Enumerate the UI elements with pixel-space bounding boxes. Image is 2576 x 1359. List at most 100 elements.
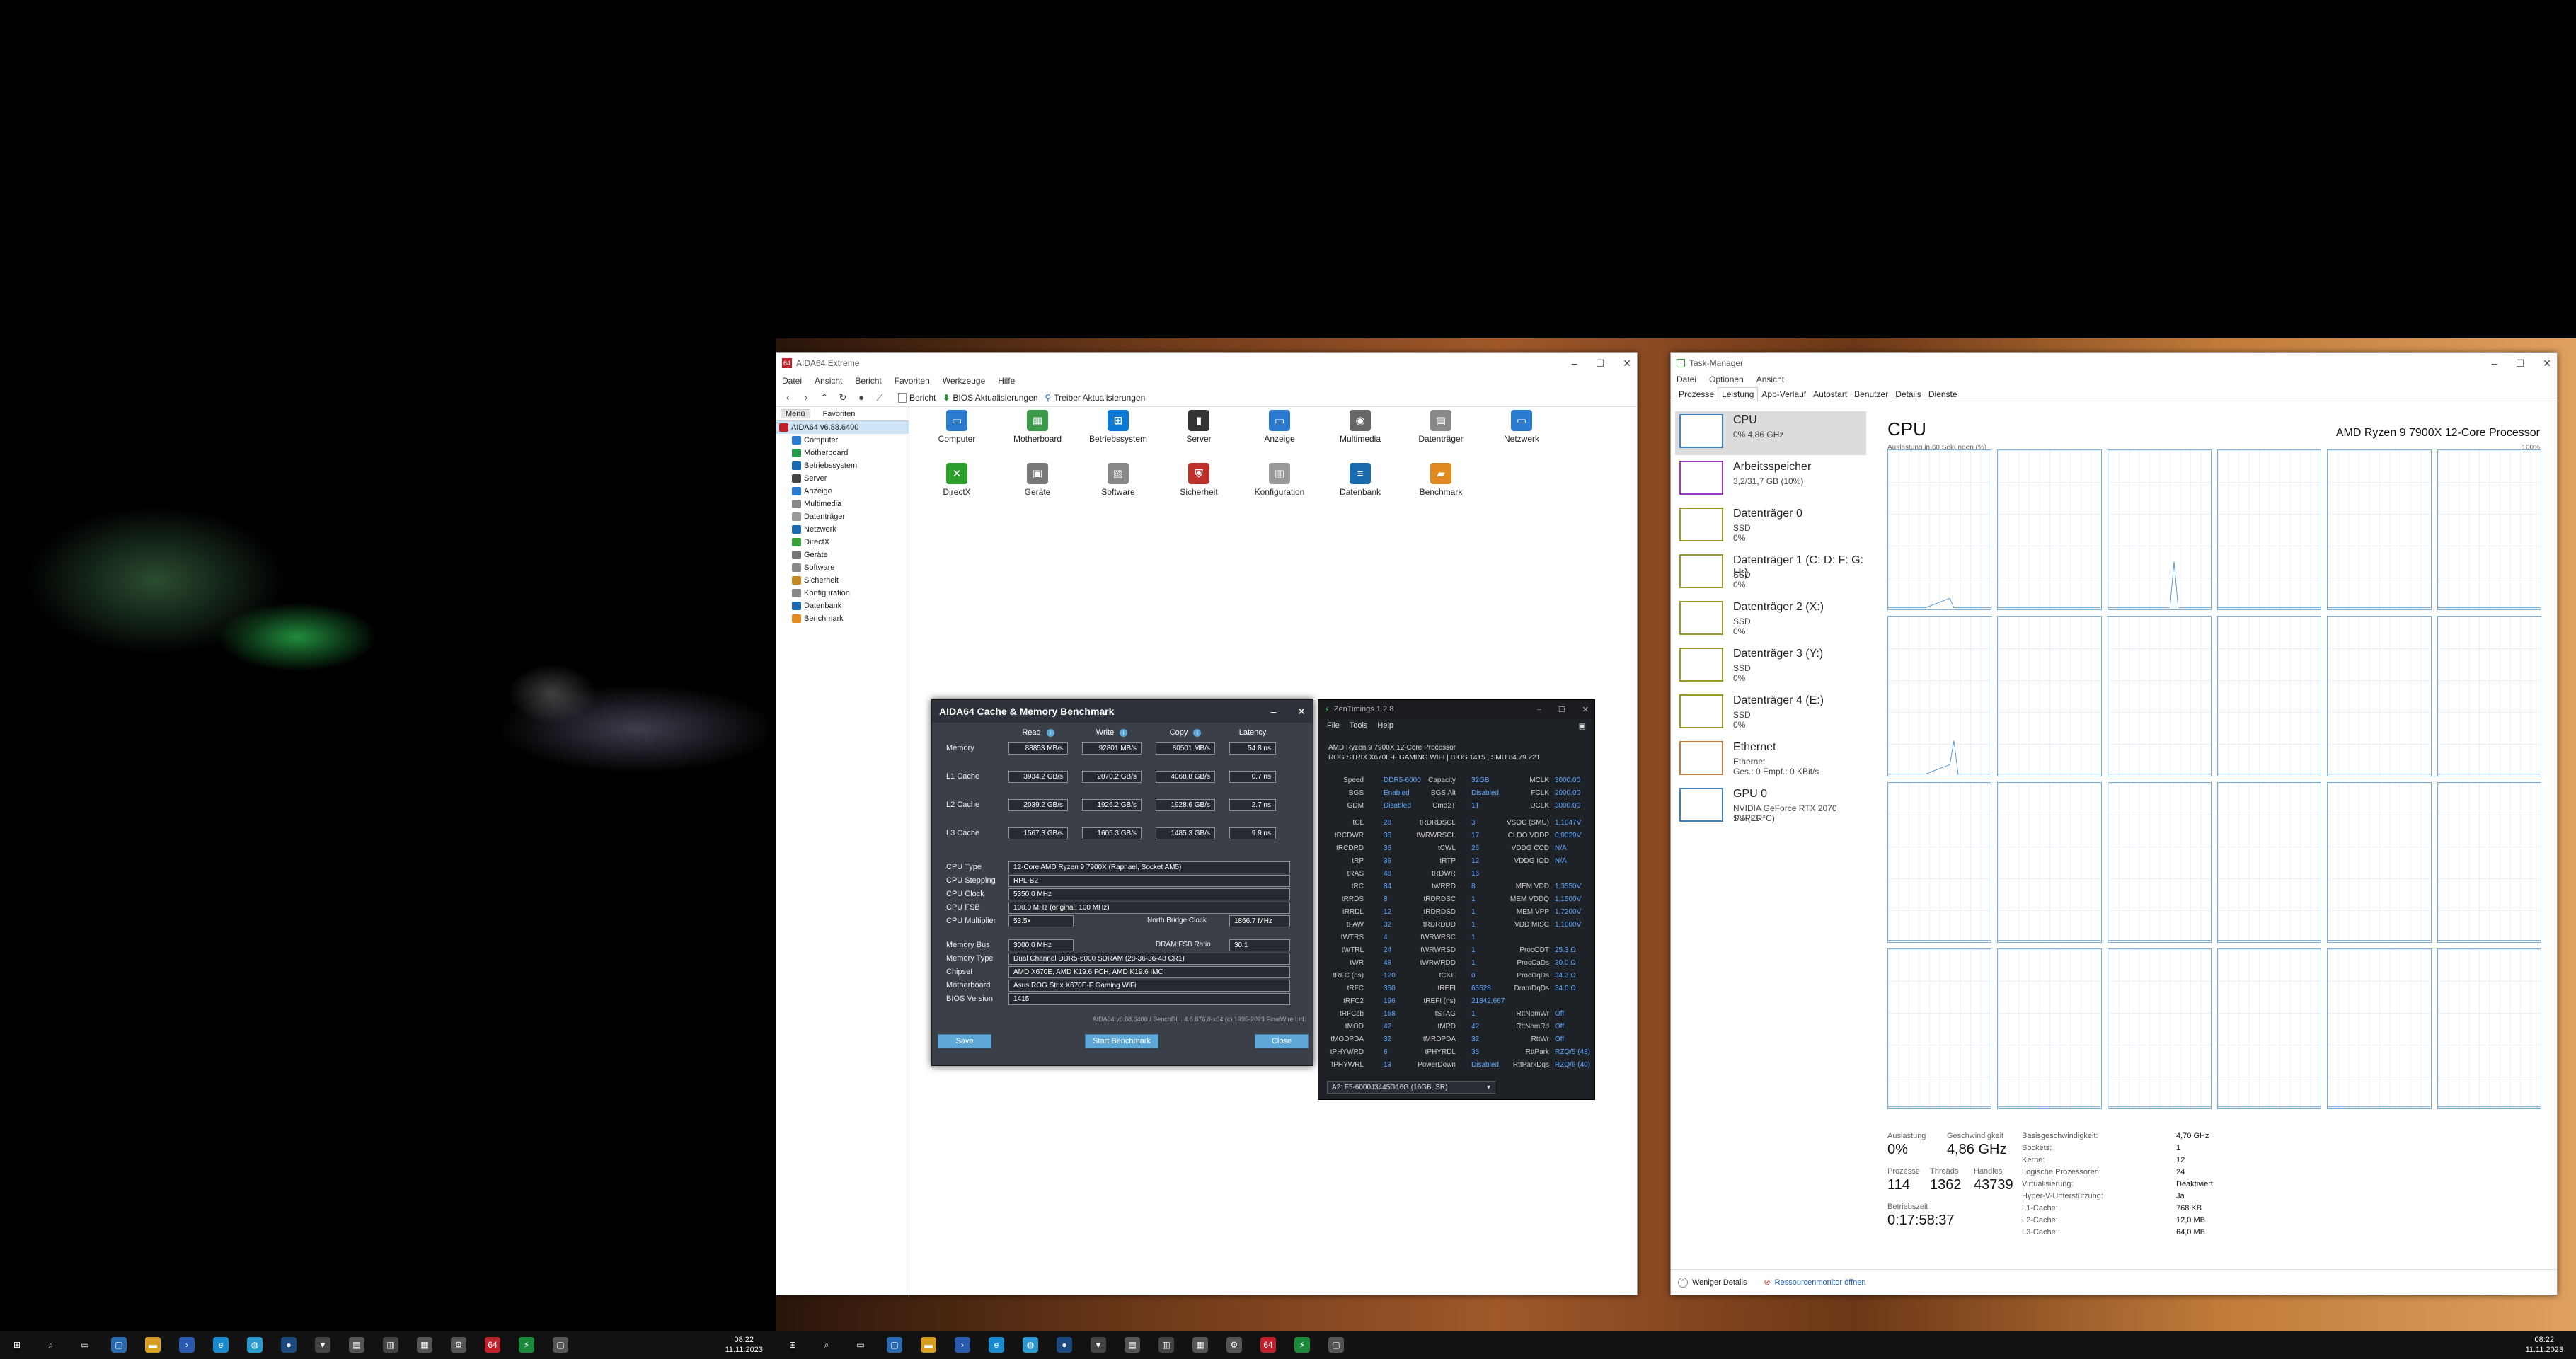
icon-datenbank[interactable]: ≡ Datenbank	[1321, 463, 1399, 497]
tree-item-betriebssystem[interactable]: Betriebssystem	[776, 459, 909, 472]
tree-item-datenbank[interactable]: Datenbank	[776, 600, 909, 612]
clock[interactable]: 08:22 11.11.2023	[2526, 1335, 2563, 1355]
tree-item-netzwerk[interactable]: Netzwerk	[776, 523, 909, 536]
icon-computer[interactable]: ▭ Computer	[918, 410, 996, 444]
edge-icon[interactable]: e	[213, 1337, 229, 1353]
close-button[interactable]: Close	[1255, 1034, 1309, 1048]
icon-betriebssystem[interactable]: ⊞ Betriebssystem	[1079, 410, 1157, 444]
tab-details[interactable]: Details	[1892, 388, 1925, 401]
taskview-icon[interactable]: ▭	[853, 1337, 868, 1353]
taskview-icon[interactable]: ▭	[77, 1337, 93, 1353]
sidebar-item-datentr-ger-4-e-[interactable]: Datenträger 4 (E:) SSD 0%	[1675, 692, 1866, 735]
icon-datenträger[interactable]: ▤ Datenträger	[1402, 410, 1480, 444]
search-icon[interactable]: ⌕	[43, 1337, 59, 1353]
tree-item-motherboard[interactable]: Motherboard	[776, 447, 909, 459]
icon-multimedia[interactable]: ◉ Multimedia	[1321, 410, 1399, 444]
save-button[interactable]: Save	[938, 1034, 991, 1048]
maximize-button[interactable]: ☐	[2516, 357, 2525, 369]
tool-icon[interactable]: ▤	[1125, 1337, 1140, 1353]
close-button[interactable]: ✕	[1297, 706, 1306, 718]
chart-icon[interactable]: ▥	[1158, 1337, 1174, 1353]
app-icon[interactable]: ▼	[1091, 1337, 1106, 1353]
image-icon[interactable]: ▦	[1192, 1337, 1208, 1353]
start-icon[interactable]: ⊞	[9, 1337, 25, 1353]
benchmark-titlebar[interactable]: AIDA64 Cache & Memory Benchmark – ✕	[932, 700, 1313, 723]
back-icon[interactable]: ‹	[782, 392, 793, 403]
clock[interactable]: 08:22 11.11.2023	[725, 1335, 763, 1355]
menu-werkzeuge[interactable]: Werkzeuge	[943, 376, 985, 386]
sidebar-item-ethernet[interactable]: Ethernet Ethernet Ges.: 0 Empf.: 0 KBit/s	[1675, 738, 1866, 782]
menu-file[interactable]: File	[1327, 721, 1340, 730]
up-icon[interactable]: ⌃	[819, 392, 830, 403]
icon-sicherheit[interactable]: ⛨ Sicherheit	[1160, 463, 1238, 497]
menu-help[interactable]: Help	[1377, 721, 1393, 730]
search-icon[interactable]: ⌕	[819, 1337, 834, 1353]
driver-update-button[interactable]: ⚲ Treiber Aktualisierungen	[1045, 393, 1146, 403]
terminal-icon[interactable]: ›	[955, 1337, 970, 1353]
sidebar-item-arbeitsspeicher[interactable]: Arbeitsspeicher 3,2/31,7 GB (10%)	[1675, 458, 1866, 502]
browser-icon[interactable]: ◍	[1023, 1337, 1038, 1353]
maximize-button[interactable]: ☐	[1596, 357, 1605, 369]
widgets-icon[interactable]: ▢	[111, 1337, 127, 1353]
sidebar-item-datentr-ger-0[interactable]: Datenträger 0 SSD 0%	[1675, 505, 1866, 549]
tree-item-directx[interactable]: DirectX	[776, 536, 909, 549]
menu-hilfe[interactable]: Hilfe	[998, 376, 1015, 386]
icon-directx[interactable]: ✕ DirectX	[918, 463, 996, 497]
menu-optionen[interactable]: Optionen	[1709, 374, 1744, 384]
menu-bericht[interactable]: Bericht	[855, 376, 881, 386]
icon-server[interactable]: ▮ Server	[1160, 410, 1238, 444]
dimm-select[interactable]: A2: F5-6000J3445G16G (16GB, SR) ▾	[1327, 1081, 1495, 1094]
tree-item-anzeige[interactable]: Anzeige	[776, 485, 909, 498]
settings-icon[interactable]: ⚙	[1226, 1337, 1242, 1353]
tree-item-geräte[interactable]: Geräte	[776, 549, 909, 561]
task-manager-titlebar[interactable]: Task-Manager – ☐ ✕	[1671, 353, 2557, 373]
minimize-button[interactable]: –	[1537, 705, 1541, 714]
close-button[interactable]: ✕	[2543, 357, 2551, 369]
zentimings-taskbar-icon[interactable]: ⚡	[1294, 1337, 1310, 1353]
menu-favoriten[interactable]: Favoriten	[895, 376, 930, 386]
sidebar-item-datentr-ger-2-x-[interactable]: Datenträger 2 (X:) SSD 0%	[1675, 598, 1866, 642]
menu-ansicht[interactable]: Ansicht	[1756, 374, 1784, 384]
resource-monitor-link[interactable]: ⊘ Ressourcenmonitor öffnen	[1764, 1278, 1865, 1288]
minimize-button[interactable]: –	[2492, 357, 2497, 369]
menu-datei[interactable]: Datei	[782, 376, 802, 386]
tree-item-datenträger[interactable]: Datenträger	[776, 510, 909, 523]
sidebar-item-datentr-ger-3-y-[interactable]: Datenträger 3 (Y:) SSD 0%	[1675, 645, 1866, 689]
info-icon[interactable]: i	[1046, 729, 1054, 737]
widgets-icon[interactable]: ▢	[887, 1337, 902, 1353]
start-icon[interactable]: ⊞	[785, 1337, 800, 1353]
tab-benutzer[interactable]: Benutzer	[1851, 388, 1892, 401]
tab-autostart[interactable]: Autostart	[1810, 388, 1851, 401]
browser-icon[interactable]: ◍	[247, 1337, 263, 1353]
user-icon[interactable]: ●	[856, 392, 867, 403]
icon-anzeige[interactable]: ▭ Anzeige	[1241, 410, 1318, 444]
tree-item-server[interactable]: Server	[776, 472, 909, 485]
app-icon[interactable]: ▼	[315, 1337, 330, 1353]
sidebar-item-cpu[interactable]: CPU 0% 4,86 GHz	[1675, 411, 1866, 455]
tab-favoriten[interactable]: Favoriten	[819, 410, 860, 418]
forward-icon[interactable]: ›	[800, 392, 812, 403]
maximize-button[interactable]: ☐	[1558, 705, 1565, 714]
refresh-icon[interactable]: ↻	[837, 392, 849, 403]
icon-konfiguration[interactable]: ▥ Konfiguration	[1241, 463, 1318, 497]
tool-icon[interactable]: ▤	[349, 1337, 364, 1353]
info-icon[interactable]: i	[1120, 729, 1128, 737]
icon-benchmark[interactable]: ▰ Benchmark	[1402, 463, 1480, 497]
edge-icon[interactable]: e	[989, 1337, 1004, 1353]
zentimings-titlebar[interactable]: ⚡ ZenTimings 1.2.8 – ☐ ✕	[1318, 700, 1594, 718]
tree-item-konfiguration[interactable]: Konfiguration	[776, 587, 909, 600]
tree-root[interactable]: AIDA64 v6.88.6400	[776, 421, 909, 434]
settings-icon[interactable]: ⚙	[451, 1337, 466, 1353]
minimize-button[interactable]: –	[1572, 357, 1577, 369]
tree-item-sicherheit[interactable]: Sicherheit	[776, 574, 909, 587]
aida64-titlebar[interactable]: 64 AIDA64 Extreme – ☐ ✕	[776, 353, 1637, 373]
steam-icon[interactable]: ●	[281, 1337, 297, 1353]
tab-prozesse[interactable]: Prozesse	[1675, 388, 1718, 401]
info-icon[interactable]: i	[1193, 729, 1202, 737]
menu-tools[interactable]: Tools	[1350, 721, 1368, 730]
minimize-button[interactable]: –	[1270, 706, 1276, 718]
chart-icon[interactable]: ▥	[383, 1337, 398, 1353]
image-icon[interactable]: ▦	[417, 1337, 432, 1353]
report-button[interactable]: Bericht	[898, 392, 936, 403]
tree-item-multimedia[interactable]: Multimedia	[776, 498, 909, 510]
